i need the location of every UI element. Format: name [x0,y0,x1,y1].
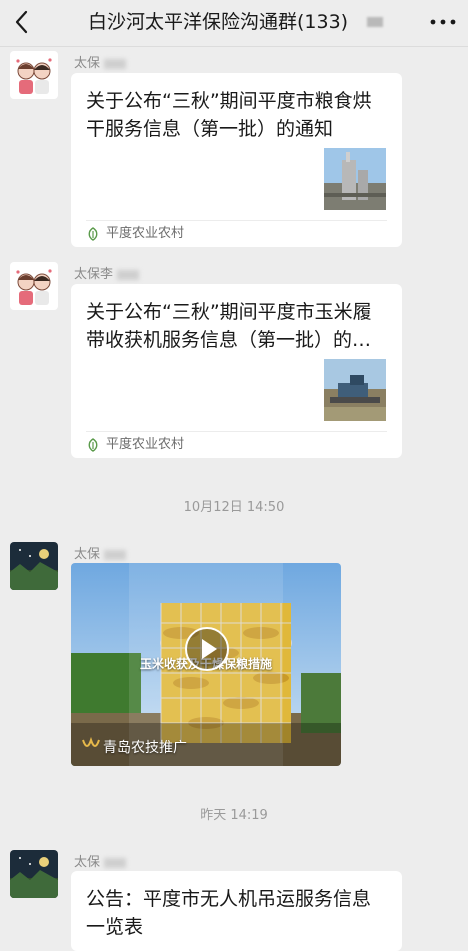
timestamp: 昨天 14:19 [200,808,268,823]
title-obscured [367,17,383,27]
source-logo-icon [88,227,98,241]
text-message[interactable]: 公告：平度市无人机吊运服务信息一览表 [71,871,402,951]
avatar[interactable] [10,542,58,590]
sender-name: 太保李 [74,263,140,282]
ellipsis-icon [430,19,456,25]
play-icon [185,627,229,671]
chat-title: 白沙河太平洋保险沟通群(133) [88,11,349,33]
back-button[interactable] [10,9,36,35]
more-button[interactable] [428,9,458,35]
card-divider [86,220,387,221]
avatar[interactable] [10,262,58,310]
chat-header: 白沙河太平洋保险沟通群(133) [0,0,468,47]
card-divider [86,431,387,432]
timestamp: 10月12日 14:50 [183,500,285,515]
avatar[interactable] [10,51,58,99]
video-channel: 青岛农技推广 [103,740,187,756]
sender-name: 太保 [74,52,127,71]
article-card[interactable]: 关于公布“三秋”期间平度市玉米履带收获机服务信息（第一批）的通知 平度农业农村 [71,284,402,458]
message-text: 公告：平度市无人机吊运服务信息一览表 [86,888,372,938]
sender-name: 太保 [74,543,127,562]
sender-name: 太保 [74,851,127,870]
avatar[interactable] [10,850,58,898]
article-title: 关于公布“三秋”期间平度市玉米履带收获机服务信息（第一批）的通知 [86,301,372,351]
chevron-left-icon [15,10,28,34]
source-name: 平度农业农村 [106,437,185,452]
article-thumbnail [324,359,386,421]
article-thumbnail [324,148,386,210]
video-message[interactable]: 玉米收获及干燥保粮措施 青岛农技推广 [71,563,341,766]
source-logo-icon [88,438,98,452]
article-card[interactable]: 关于公布“三秋”期间平度市粮食烘干服务信息（第一批）的通知 平度农业农村 [71,73,402,247]
source-name: 平度农业农村 [106,226,185,241]
article-title: 关于公布“三秋”期间平度市粮食烘干服务信息（第一批）的通知 [86,90,372,140]
play-button[interactable] [184,626,230,672]
